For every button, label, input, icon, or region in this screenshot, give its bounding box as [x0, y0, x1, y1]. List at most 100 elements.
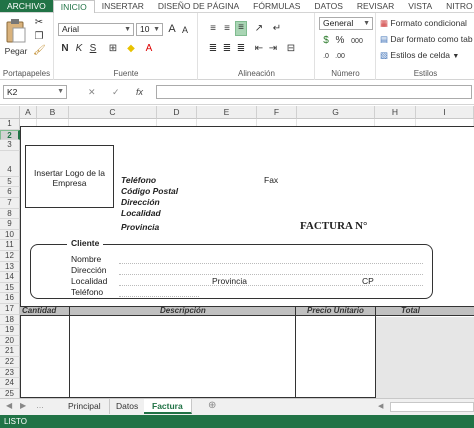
align-left-icon[interactable]: ≣	[207, 43, 219, 55]
column-header-g[interactable]: G	[297, 106, 375, 119]
row-header-7[interactable]: 7	[0, 198, 20, 209]
decrease-decimal-icon[interactable]: .00	[334, 51, 346, 63]
row-header-16[interactable]: 16	[0, 293, 20, 304]
insert-function-icon[interactable]: fx	[136, 85, 143, 99]
row-header-14[interactable]: 14	[0, 272, 20, 283]
number-format-combo[interactable]: General ▼	[319, 17, 373, 30]
tab-dise-o-de-p-gina[interactable]: DISEÑO DE PÁGINA	[151, 0, 246, 12]
increase-indent-icon[interactable]: ⇥	[267, 43, 279, 55]
add-sheet-icon[interactable]: ⊕	[208, 400, 216, 411]
row-header-20[interactable]: 20	[0, 335, 20, 347]
tab-f-rmulas[interactable]: FÓRMULAS	[246, 0, 307, 12]
tab-revisar[interactable]: REVISAR	[350, 0, 401, 12]
copy-icon[interactable]: ❐	[33, 31, 45, 43]
clipboard-group-label: Portapapeles	[2, 69, 51, 78]
tab-archivo[interactable]: ARCHIVO	[0, 0, 53, 12]
format-as-table-button[interactable]: ▤ Dar formato como tab	[379, 33, 474, 45]
row-header-24[interactable]: 24	[0, 378, 20, 389]
thousands-button[interactable]: 000	[348, 36, 366, 48]
format-painter-icon[interactable]: 🖌	[33, 45, 46, 57]
increase-decimal-icon[interactable]: .0	[320, 51, 332, 63]
row-header-21[interactable]: 21	[0, 346, 20, 357]
align-top-icon[interactable]: ≡	[207, 23, 219, 35]
row-header-3[interactable]: 3	[0, 140, 20, 151]
column-header-h[interactable]: H	[375, 106, 416, 119]
orientation-icon[interactable]: ↗	[253, 23, 265, 35]
sheet-tab-datos[interactable]: Datos	[108, 399, 148, 414]
percent-button[interactable]: %	[334, 35, 346, 47]
row-header-12[interactable]: 12	[0, 251, 20, 262]
fill-color-icon[interactable]: ◆	[125, 43, 137, 55]
row-header-10[interactable]: 10	[0, 229, 20, 241]
row-header-6[interactable]: 6	[0, 187, 20, 198]
row-header-13[interactable]: 13	[0, 261, 20, 273]
font-name-combo[interactable]: Arial ▼	[58, 23, 134, 36]
paste-button[interactable]: Pegar	[3, 17, 29, 61]
sheet-tab-factura[interactable]: Factura	[144, 399, 192, 414]
tab-datos[interactable]: DATOS	[307, 0, 350, 12]
sheet-tab-principal[interactable]: Principal	[60, 399, 110, 414]
align-center-icon[interactable]: ≣	[221, 43, 233, 55]
column-header-a[interactable]: A	[20, 106, 37, 119]
cancel-icon[interactable]: ✕	[88, 85, 96, 99]
cut-icon[interactable]: ✂	[33, 17, 45, 29]
shrink-font-button[interactable]: A	[179, 24, 191, 36]
font-size-combo[interactable]: 10 ▼	[136, 23, 163, 36]
align-right-icon[interactable]: ≣	[235, 43, 247, 55]
wrap-text-icon[interactable]: ↵	[271, 23, 283, 35]
row-header-22[interactable]: 22	[0, 357, 20, 368]
cell-styles-button[interactable]: ▧ Estilos de celda ▼	[379, 49, 474, 63]
cell-styles-label: Estilos de celda	[390, 50, 450, 60]
client-address-label: Dirección	[71, 265, 107, 275]
column-header-d[interactable]: D	[157, 106, 197, 119]
conditional-format-label: Formato condicional	[390, 18, 467, 28]
formula-input[interactable]	[156, 85, 472, 99]
tab-vista[interactable]: VISTA	[401, 0, 439, 12]
column-header-e[interactable]: E	[197, 106, 257, 119]
tab-insertar[interactable]: INSERTAR	[95, 0, 151, 12]
worksheet-grid[interactable]: ABCDEFGHI 1 2 3 4 5 6 7 8 9 10 11 12 13 14 15 16 17 18 19 2…	[0, 106, 474, 398]
font-color-icon[interactable]: A	[143, 43, 155, 55]
grow-font-button[interactable]: A	[166, 23, 178, 35]
column-header-i[interactable]: I	[416, 106, 474, 119]
name-box[interactable]: K2 ▼	[3, 85, 67, 99]
underline-button[interactable]: S	[87, 43, 99, 55]
row-header-4[interactable]: 4	[0, 150, 20, 177]
row-header-11[interactable]: 11	[0, 240, 20, 251]
conditional-format-button[interactable]: ▦ Formato condicional	[379, 17, 474, 29]
row-header-18[interactable]: 18	[0, 314, 20, 326]
row-header-8[interactable]: 8	[0, 208, 20, 220]
invoice-title: FACTURA N°	[300, 220, 368, 232]
enter-icon[interactable]: ✓	[112, 85, 120, 99]
row-header-19[interactable]: 19	[0, 325, 20, 336]
row-header-9[interactable]: 9	[0, 219, 20, 230]
row-header-17[interactable]: 17	[0, 304, 20, 315]
scroll-left-icon[interactable]: ◀	[378, 402, 388, 412]
column-header-b[interactable]: B	[37, 106, 69, 119]
horizontal-scrollbar[interactable]	[390, 402, 474, 412]
next-sheet-icon[interactable]: ▶	[20, 401, 26, 410]
tab-nitro[interactable]: NITRO	[439, 0, 474, 12]
row-header-23[interactable]: 23	[0, 367, 20, 379]
bold-button[interactable]: N	[59, 43, 71, 55]
row-header-5[interactable]: 5	[0, 176, 20, 188]
column-header-c[interactable]: C	[69, 106, 157, 119]
column-header-f[interactable]: F	[257, 106, 297, 119]
currency-icon[interactable]: $	[320, 35, 332, 47]
row-header-15[interactable]: 15	[0, 282, 20, 294]
total-column-shading	[376, 317, 474, 398]
tab-inicio[interactable]: INICIO	[52, 0, 95, 14]
logo-placeholder[interactable]: Insertar Logo de la Empresa	[25, 145, 114, 208]
prev-sheet-icon[interactable]: ◀	[6, 401, 12, 410]
borders-icon[interactable]: ⊞	[107, 43, 119, 55]
select-all-corner[interactable]	[0, 106, 20, 119]
row-header-1[interactable]: 1	[0, 119, 20, 130]
decrease-indent-icon[interactable]: ⇤	[253, 43, 265, 55]
italic-button[interactable]: K	[73, 43, 85, 55]
align-middle-icon[interactable]: ≡	[221, 23, 233, 35]
more-sheets-icon[interactable]: …	[36, 401, 44, 410]
row-header-2[interactable]: 2	[0, 129, 20, 141]
merge-center-icon[interactable]: ⊟	[285, 43, 297, 55]
align-bottom-icon[interactable]: ≡	[235, 21, 247, 36]
row-header-25[interactable]: 25	[0, 388, 20, 398]
